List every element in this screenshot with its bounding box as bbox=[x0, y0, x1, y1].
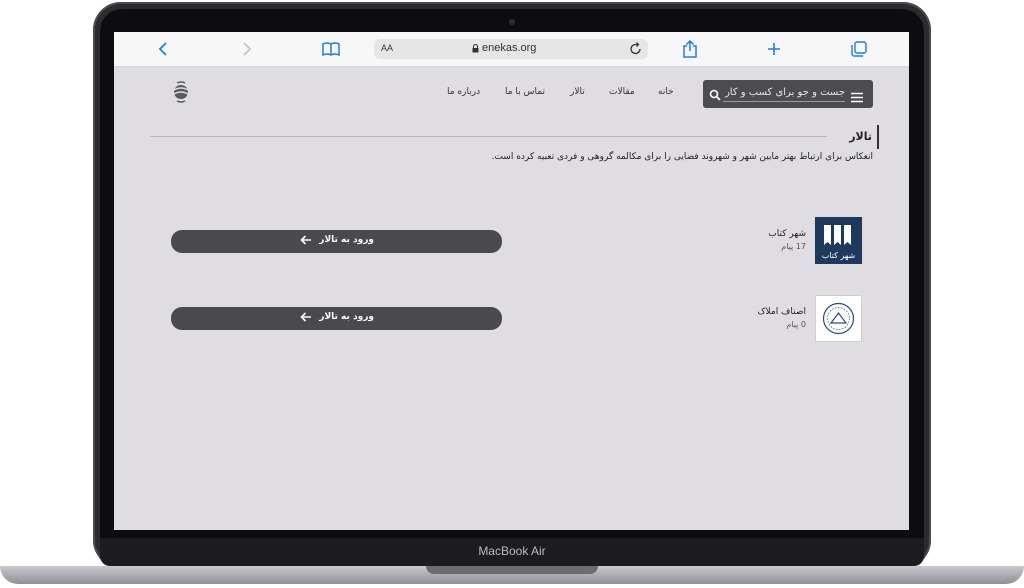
camera bbox=[509, 19, 515, 25]
search-box[interactable]: جست و جو برای کسب و کار bbox=[703, 80, 873, 108]
site-logo[interactable] bbox=[171, 81, 191, 103]
forum-message-count: 0 پیام bbox=[786, 320, 806, 329]
nav-item-home[interactable]: خانه bbox=[658, 87, 674, 97]
nav-item-contact[interactable]: تماس با ما bbox=[505, 87, 545, 97]
nav-item-articles[interactable]: مقالات bbox=[609, 87, 635, 97]
hamburger-menu-icon[interactable] bbox=[851, 88, 863, 107]
section-description: انعکاس برای ارتباط بهتر مابین شهر و شهرو… bbox=[491, 152, 873, 162]
nav-item-forum[interactable]: تالار bbox=[570, 87, 585, 97]
search-input[interactable]: جست و جو برای کسب و کار bbox=[723, 85, 845, 102]
forum-thumbnail-shahr-ketab[interactable]: شهر کتاب bbox=[815, 217, 862, 264]
enter-forum-button[interactable]: ورود به تالار bbox=[171, 307, 502, 330]
reader-button[interactable]: AA bbox=[381, 43, 393, 53]
section-title: تالار bbox=[827, 125, 879, 149]
back-icon[interactable] bbox=[152, 38, 174, 60]
tabs-icon[interactable] bbox=[848, 38, 870, 60]
forum-name[interactable]: اصناف املاک bbox=[757, 307, 806, 317]
browser-screen: AA enekas.org جست و جو برای کسب و کار خا… bbox=[114, 32, 909, 530]
lock-icon bbox=[472, 44, 479, 56]
forum-name[interactable]: شهر کتاب bbox=[768, 229, 806, 239]
device-label: MacBook Air bbox=[478, 544, 546, 558]
forum-item: شهر کتاب شهر کتاب 17 پیام ورود به تالار bbox=[114, 217, 909, 267]
browser-toolbar: AA enekas.org bbox=[114, 32, 909, 67]
forum-item: اصناف املاک 0 پیام ورود به تالار bbox=[114, 295, 909, 345]
base-notch bbox=[426, 566, 598, 574]
section-divider bbox=[150, 136, 874, 137]
thumbnail-caption: شهر کتاب bbox=[822, 251, 856, 260]
enter-forum-label: ورود به تالار bbox=[319, 312, 374, 322]
share-icon[interactable] bbox=[679, 38, 701, 60]
web-page: جست و جو برای کسب و کار خانه مقالات تالا… bbox=[114, 67, 909, 530]
enter-forum-label: ورود به تالار bbox=[319, 235, 374, 245]
arrow-left-icon bbox=[300, 312, 312, 325]
forum-thumbnail-real-estate[interactable] bbox=[815, 295, 862, 342]
arrow-left-icon bbox=[300, 235, 312, 248]
search-icon[interactable] bbox=[709, 86, 721, 105]
enter-forum-button[interactable]: ورود به تالار bbox=[171, 230, 502, 253]
url-text: enekas.org bbox=[482, 42, 537, 54]
site-navbar: جست و جو برای کسب و کار خانه مقالات تالا… bbox=[114, 67, 909, 117]
new-tab-icon[interactable] bbox=[763, 38, 785, 60]
reload-icon[interactable] bbox=[630, 42, 642, 58]
address-bar[interactable]: AA enekas.org bbox=[374, 39, 648, 59]
forward-icon[interactable] bbox=[236, 38, 258, 60]
bookmarks-icon[interactable] bbox=[320, 38, 342, 60]
forum-message-count: 17 پیام bbox=[781, 242, 806, 251]
nav-item-about[interactable]: درباره ما bbox=[447, 87, 480, 97]
